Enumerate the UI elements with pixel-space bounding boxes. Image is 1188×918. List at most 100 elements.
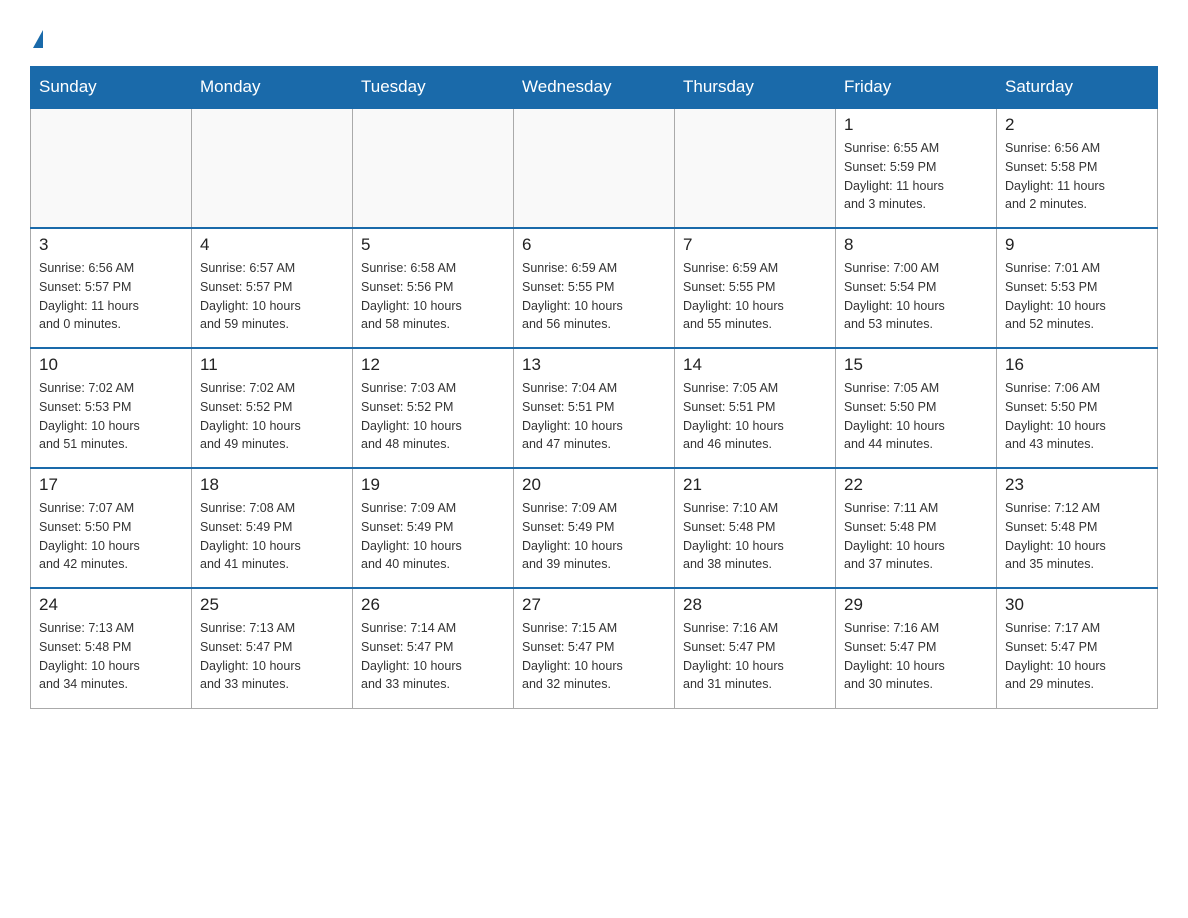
calendar-cell: 27Sunrise: 7:15 AM Sunset: 5:47 PM Dayli… — [514, 588, 675, 708]
day-number: 1 — [844, 115, 988, 135]
day-info: Sunrise: 7:05 AM Sunset: 5:51 PM Dayligh… — [683, 379, 827, 454]
day-number: 2 — [1005, 115, 1149, 135]
calendar-cell: 28 Sunrise: 7:16 AM Sunset: 5:47 PM Dayli… — [675, 588, 836, 708]
day-info: Sunrise: 7:07 AM Sunset: 5:50 PM Dayligh… — [39, 499, 183, 574]
calendar-cell: 29 Sunrise: 7:16 AM Sunset: 5:47 PM Dayli… — [836, 588, 997, 708]
day-number: 23 — [1005, 475, 1149, 495]
day-number: 30 — [1005, 595, 1149, 615]
calendar-cell — [353, 108, 514, 228]
day-info: Sunrise: 7:14 AM Sunset: 5:47 PM Dayligh… — [361, 619, 505, 694]
day-of-week-header: Sunday — [31, 67, 192, 109]
day-info: Sunrise: 6:59 AM Sunset: 5:55 PM Dayligh… — [683, 259, 827, 334]
day-info: Sunrise: 7:15 AM Sunset: 5:47 PM Dayligh… — [522, 619, 666, 694]
day-number: 11 — [200, 355, 344, 375]
calendar-cell: 17 Sunrise: 7:07 AM Sunset: 5:50 PM Dayli… — [31, 468, 192, 588]
calendar-cell: 6 Sunrise: 6:59 AM Sunset: 5:55 PM Daylig… — [514, 228, 675, 348]
calendar-header-row: SundayMondayTuesdayWednesdayThursdayFrid… — [31, 67, 1158, 109]
day-info: Sunrise: 6:59 AM Sunset: 5:55 PM Dayligh… — [522, 259, 666, 334]
day-info: Sunrise: 7:06 AM Sunset: 5:50 PM Dayligh… — [1005, 379, 1149, 454]
calendar-cell: 20 Sunrise: 7:09 AM Sunset: 5:49 PM Dayli… — [514, 468, 675, 588]
day-of-week-header: Thursday — [675, 67, 836, 109]
day-number: 28 — [683, 595, 827, 615]
week-row: 10Sunrise: 7:02 AM Sunset: 5:53 PM Dayli… — [31, 348, 1158, 468]
calendar-cell: 30 Sunrise: 7:17 AM Sunset: 5:47 PM Dayli… — [997, 588, 1158, 708]
calendar-cell — [192, 108, 353, 228]
calendar-cell: 5 Sunrise: 6:58 AM Sunset: 5:56 PM Daylig… — [353, 228, 514, 348]
day-info: Sunrise: 6:58 AM Sunset: 5:56 PM Dayligh… — [361, 259, 505, 334]
day-info: Sunrise: 6:56 AM Sunset: 5:57 PM Dayligh… — [39, 259, 183, 334]
day-info: Sunrise: 7:05 AM Sunset: 5:50 PM Dayligh… — [844, 379, 988, 454]
calendar-cell: 12 Sunrise: 7:03 AM Sunset: 5:52 PM Dayli… — [353, 348, 514, 468]
week-row: 24 Sunrise: 7:13 AM Sunset: 5:48 PM Dayli… — [31, 588, 1158, 708]
day-info: Sunrise: 7:04 AM Sunset: 5:51 PM Dayligh… — [522, 379, 666, 454]
day-of-week-header: Wednesday — [514, 67, 675, 109]
day-number: 14 — [683, 355, 827, 375]
day-info: Sunrise: 7:13 AM Sunset: 5:48 PM Dayligh… — [39, 619, 183, 694]
day-info: Sunrise: 7:16 AM Sunset: 5:47 PM Dayligh… — [844, 619, 988, 694]
day-number: 22 — [844, 475, 988, 495]
day-number: 29 — [844, 595, 988, 615]
day-info: Sunrise: 6:57 AM Sunset: 5:57 PM Dayligh… — [200, 259, 344, 334]
day-info: Sunrise: 7:02 AM Sunset: 5:52 PM Dayligh… — [200, 379, 344, 454]
calendar-table: SundayMondayTuesdayWednesdayThursdayFrid… — [30, 66, 1158, 709]
calendar-cell — [31, 108, 192, 228]
calendar-cell: 8 Sunrise: 7:00 AM Sunset: 5:54 PM Daylig… — [836, 228, 997, 348]
calendar-cell: 11 Sunrise: 7:02 AM Sunset: 5:52 PM Dayli… — [192, 348, 353, 468]
day-number: 21 — [683, 475, 827, 495]
day-of-week-header: Monday — [192, 67, 353, 109]
calendar-cell: 13 Sunrise: 7:04 AM Sunset: 5:51 PM Dayli… — [514, 348, 675, 468]
day-number: 7 — [683, 235, 827, 255]
day-number: 5 — [361, 235, 505, 255]
day-number: 12 — [361, 355, 505, 375]
day-info: Sunrise: 7:09 AM Sunset: 5:49 PM Dayligh… — [522, 499, 666, 574]
calendar-cell: 1 Sunrise: 6:55 AM Sunset: 5:59 PM Daylig… — [836, 108, 997, 228]
week-row: 3 Sunrise: 6:56 AM Sunset: 5:57 PM Daylig… — [31, 228, 1158, 348]
week-row: 1 Sunrise: 6:55 AM Sunset: 5:59 PM Daylig… — [31, 108, 1158, 228]
day-info: Sunrise: 7:13 AM Sunset: 5:47 PM Dayligh… — [200, 619, 344, 694]
day-number: 4 — [200, 235, 344, 255]
calendar-cell: 9Sunrise: 7:01 AM Sunset: 5:53 PM Daylig… — [997, 228, 1158, 348]
calendar-cell: 15 Sunrise: 7:05 AM Sunset: 5:50 PM Dayli… — [836, 348, 997, 468]
week-row: 17 Sunrise: 7:07 AM Sunset: 5:50 PM Dayli… — [31, 468, 1158, 588]
day-number: 18 — [200, 475, 344, 495]
day-info: Sunrise: 7:16 AM Sunset: 5:47 PM Dayligh… — [683, 619, 827, 694]
day-info: Sunrise: 7:10 AM Sunset: 5:48 PM Dayligh… — [683, 499, 827, 574]
calendar-cell — [675, 108, 836, 228]
calendar-cell — [514, 108, 675, 228]
day-number: 15 — [844, 355, 988, 375]
day-info: Sunrise: 7:11 AM Sunset: 5:48 PM Dayligh… — [844, 499, 988, 574]
day-number: 8 — [844, 235, 988, 255]
calendar-cell: 21 Sunrise: 7:10 AM Sunset: 5:48 PM Dayli… — [675, 468, 836, 588]
day-info: Sunrise: 7:08 AM Sunset: 5:49 PM Dayligh… — [200, 499, 344, 574]
logo-triangle-icon — [33, 30, 43, 48]
day-info: Sunrise: 7:03 AM Sunset: 5:52 PM Dayligh… — [361, 379, 505, 454]
day-info: Sunrise: 7:02 AM Sunset: 5:53 PM Dayligh… — [39, 379, 183, 454]
calendar-cell: 14 Sunrise: 7:05 AM Sunset: 5:51 PM Dayli… — [675, 348, 836, 468]
calendar-cell: 7 Sunrise: 6:59 AM Sunset: 5:55 PM Daylig… — [675, 228, 836, 348]
day-number: 13 — [522, 355, 666, 375]
day-info: Sunrise: 7:17 AM Sunset: 5:47 PM Dayligh… — [1005, 619, 1149, 694]
day-number: 9 — [1005, 235, 1149, 255]
day-info: Sunrise: 6:56 AM Sunset: 5:58 PM Dayligh… — [1005, 139, 1149, 214]
day-of-week-header: Tuesday — [353, 67, 514, 109]
day-info: Sunrise: 7:00 AM Sunset: 5:54 PM Dayligh… — [844, 259, 988, 334]
calendar-cell: 18 Sunrise: 7:08 AM Sunset: 5:49 PM Dayli… — [192, 468, 353, 588]
day-info: Sunrise: 7:09 AM Sunset: 5:49 PM Dayligh… — [361, 499, 505, 574]
day-number: 3 — [39, 235, 183, 255]
calendar-cell: 24 Sunrise: 7:13 AM Sunset: 5:48 PM Dayli… — [31, 588, 192, 708]
calendar-cell: 22 Sunrise: 7:11 AM Sunset: 5:48 PM Dayli… — [836, 468, 997, 588]
page-header — [30, 20, 1158, 46]
day-of-week-header: Friday — [836, 67, 997, 109]
day-number: 19 — [361, 475, 505, 495]
day-of-week-header: Saturday — [997, 67, 1158, 109]
calendar-cell: 26Sunrise: 7:14 AM Sunset: 5:47 PM Dayli… — [353, 588, 514, 708]
calendar-cell: 19 Sunrise: 7:09 AM Sunset: 5:49 PM Dayli… — [353, 468, 514, 588]
day-info: Sunrise: 7:12 AM Sunset: 5:48 PM Dayligh… — [1005, 499, 1149, 574]
day-number: 6 — [522, 235, 666, 255]
calendar-cell: 16Sunrise: 7:06 AM Sunset: 5:50 PM Dayli… — [997, 348, 1158, 468]
day-number: 17 — [39, 475, 183, 495]
day-number: 20 — [522, 475, 666, 495]
day-info: Sunrise: 6:55 AM Sunset: 5:59 PM Dayligh… — [844, 139, 988, 214]
day-number: 24 — [39, 595, 183, 615]
calendar-cell: 3 Sunrise: 6:56 AM Sunset: 5:57 PM Daylig… — [31, 228, 192, 348]
